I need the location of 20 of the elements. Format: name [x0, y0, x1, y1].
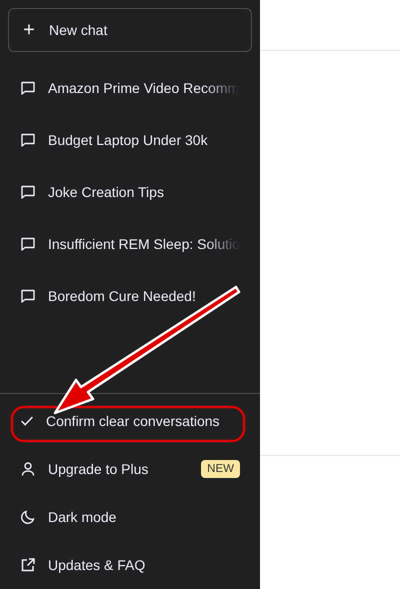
confirm-clear-item[interactable]: Confirm clear conversations — [8, 397, 252, 445]
user-icon — [20, 461, 36, 477]
chat-history-item[interactable]: Boredom Cure Needed! — [8, 270, 252, 322]
chat-bubble-icon — [20, 236, 36, 252]
new-badge: NEW — [201, 460, 240, 478]
chat-history-item[interactable]: Budget Laptop Under 30k — [8, 114, 252, 166]
check-icon — [20, 414, 34, 428]
chat-bubble-icon — [20, 80, 36, 96]
external-link-icon — [20, 557, 36, 573]
updates-faq-link[interactable]: Updates & FAQ — [8, 541, 252, 589]
moon-icon — [20, 509, 36, 525]
chat-history-item[interactable]: Joke Creation Tips — [8, 166, 252, 218]
new-chat-button[interactable]: + New chat — [8, 8, 252, 52]
chat-bubble-icon — [20, 184, 36, 200]
plus-icon: + — [21, 18, 37, 42]
chat-history-item[interactable]: Amazon Prime Video Recomm — [8, 62, 252, 114]
chat-bubble-icon — [20, 288, 36, 304]
upgrade-item[interactable]: Upgrade to Plus NEW — [8, 445, 252, 493]
dark-mode-item[interactable]: Dark mode — [8, 493, 252, 541]
chat-bubble-icon — [20, 132, 36, 148]
